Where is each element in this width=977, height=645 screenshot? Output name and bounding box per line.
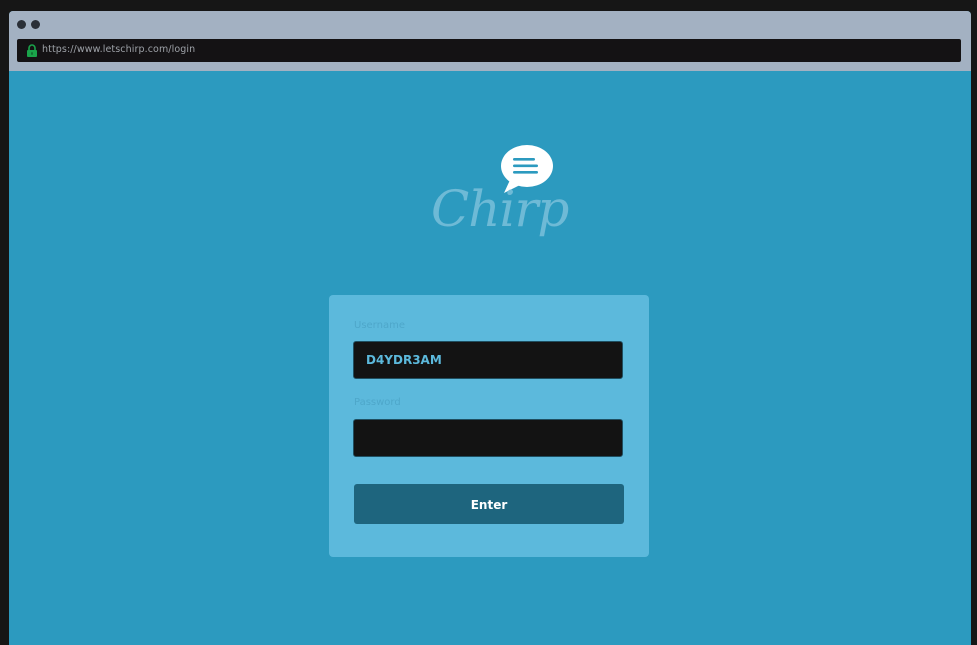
username-label: Username [354,320,405,331]
browser-chrome: https://www.letschirp.com/login [9,11,971,71]
url-text: https://www.letschirp.com/login [42,44,196,55]
password-label: Password [354,397,401,408]
browser-window: https://www.letschirp.com/login Chirp Us… [9,11,971,645]
page-content: Chirp Username Password Enter [9,71,971,645]
enter-button[interactable]: Enter [354,484,624,524]
address-bar[interactable]: https://www.letschirp.com/login [17,39,961,62]
window-close-dot[interactable] [17,20,26,29]
login-card: Username Password Enter [329,295,649,557]
password-input[interactable] [353,419,623,457]
chirp-logo: Chirp [424,144,569,264]
chirp-wordmark: Chirp [431,180,569,238]
window-minimize-dot[interactable] [31,20,40,29]
username-input[interactable] [353,341,623,379]
lock-icon [27,44,37,57]
